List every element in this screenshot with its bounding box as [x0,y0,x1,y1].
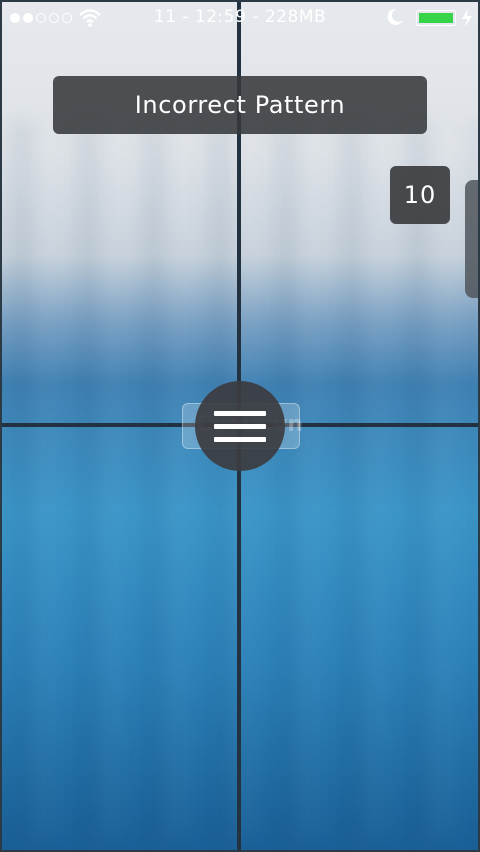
counter-label: 10 [403,181,437,209]
banner-label: Incorrect Pattern [134,91,346,119]
status-bar: 11 - 12:59 - 228MB [0,0,480,36]
battery-level-fill [419,13,453,23]
side-panel-handle[interactable] [465,180,480,298]
menu-icon-bar [214,410,266,416]
attempt-counter: 10 [390,166,450,224]
moon-icon [387,8,403,25]
menu-button[interactable] [195,381,285,471]
incorrect-pattern-banner: Incorrect Pattern [53,76,427,134]
status-text: 11 - 12:59 - 228MB [153,7,327,27]
menu-icon-bar [214,436,266,442]
charging-bolt-icon [462,9,472,27]
battery-icon [416,10,456,26]
menu-icon-bar [214,423,266,429]
